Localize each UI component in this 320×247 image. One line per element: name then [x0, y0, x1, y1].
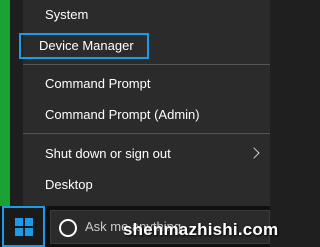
- cortana-circle-icon: [59, 219, 77, 237]
- menu-item-desktop[interactable]: Desktop: [23, 172, 270, 198]
- menu-item-label: Desktop: [45, 177, 93, 192]
- start-button[interactable]: [2, 206, 45, 247]
- winx-context-menu: System Device Manager Command Prompt Com…: [19, 0, 270, 206]
- menu-item-shut-down[interactable]: Shut down or sign out: [23, 141, 270, 167]
- menu-item-system[interactable]: System: [23, 2, 270, 28]
- menu-item-label: Shut down or sign out: [45, 146, 171, 161]
- windows-logo-icon: [15, 218, 33, 236]
- menu-item-command-prompt[interactable]: Command Prompt: [23, 71, 270, 97]
- accent-strip: [0, 0, 10, 206]
- chevron-right-icon: [248, 147, 260, 159]
- menu-item-device-manager[interactable]: Device Manager: [19, 33, 149, 59]
- menu-item-command-prompt-admin[interactable]: Command Prompt (Admin): [23, 102, 270, 128]
- menu-separator: [23, 133, 270, 134]
- menu-item-label: System: [45, 7, 89, 22]
- watermark: shenmazhishi.com: [123, 220, 279, 239]
- menu-item-label: Command Prompt (Admin): [45, 107, 200, 122]
- menu-item-label: Device Manager: [39, 38, 134, 53]
- menu-separator: [23, 64, 270, 65]
- menu-item-label: Command Prompt: [45, 76, 151, 91]
